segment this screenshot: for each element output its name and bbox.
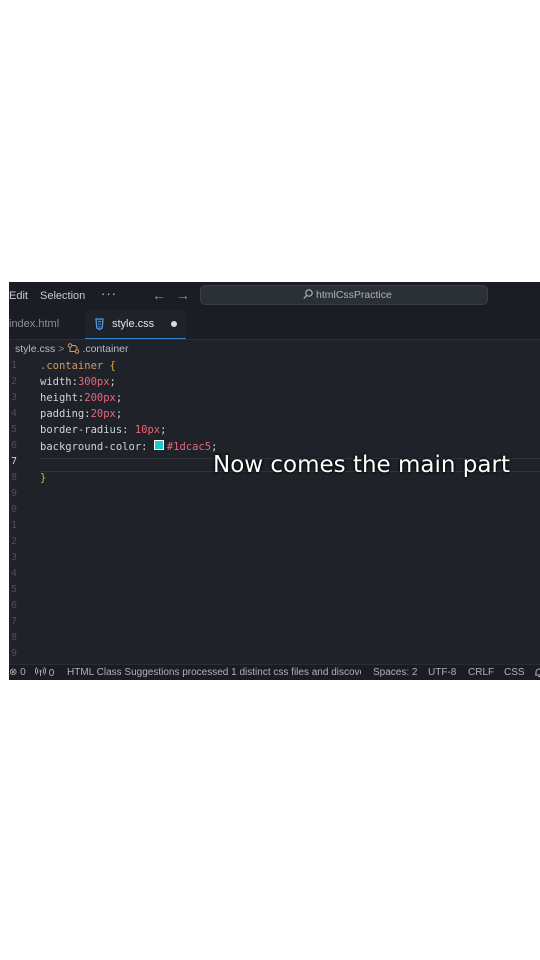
status-indentation[interactable]: Spaces: 2 (373, 667, 417, 678)
menu-edit[interactable]: Edit (9, 290, 28, 302)
code-line: width:300px; (40, 376, 116, 388)
line-number: 2 (11, 376, 18, 387)
line-number: 1 (11, 360, 18, 371)
status-errors[interactable]: ⊗ 0 (9, 667, 26, 678)
error-icon: ⊗ (9, 667, 18, 678)
tab-label: style.css (112, 318, 155, 330)
css-property: height: (40, 392, 85, 404)
line-number: 9 (11, 488, 18, 499)
semicolon: ; (115, 392, 123, 404)
code-line: } (40, 472, 46, 484)
tab-bar: index.html style.css (9, 310, 540, 340)
css-selector: .container (40, 360, 104, 372)
code-line: .container { (40, 360, 116, 372)
line-number: 2 (11, 536, 18, 547)
notification-bell-icon[interactable] (534, 667, 540, 680)
status-encoding[interactable]: UTF-8 (428, 667, 456, 678)
search-text: htmlCssPractice (316, 289, 392, 301)
line-number: 6 (11, 440, 18, 451)
code-line: background-color: #1dcac5; (40, 440, 217, 453)
video-caption: Now comes the main part (213, 452, 510, 478)
code-line: height:200px; (40, 392, 122, 404)
error-count: 0 (20, 667, 26, 678)
tab-index-html[interactable]: index.html (9, 310, 59, 339)
status-language-mode[interactable]: CSS (504, 667, 525, 678)
command-center-search[interactable]: htmlCssPractice (200, 285, 488, 305)
unsaved-dot-icon[interactable] (171, 321, 177, 327)
back-arrow-icon[interactable]: ← (152, 287, 166, 303)
line-number: 1 (11, 520, 18, 531)
search-icon (303, 289, 313, 303)
broadcast-icon (34, 667, 49, 679)
css-property: width: (40, 376, 78, 388)
line-number: 8 (11, 632, 18, 643)
css-value: #1dcac5 (166, 441, 212, 453)
menu-selection[interactable]: Selection (40, 290, 85, 302)
title-bar: Edit Selection ··· ← → htmlCssPractice (9, 282, 540, 310)
css-property: padding: (40, 408, 91, 420)
line-number: 4 (11, 568, 18, 579)
css-property: border-radius: (40, 424, 135, 436)
line-number: 9 (11, 648, 18, 659)
line-number: 5 (11, 584, 18, 595)
line-number: 6 (11, 600, 18, 611)
status-line-ending[interactable]: CRLF (468, 667, 494, 678)
breadcrumb-file[interactable]: style.css (15, 343, 55, 355)
breadcrumb-symbol[interactable]: .container (82, 343, 128, 355)
forward-arrow-icon[interactable]: → (176, 287, 190, 303)
code-line: border-radius: 10px; (40, 424, 166, 436)
line-number: 5 (11, 424, 18, 435)
code-line: padding:20px; (40, 408, 122, 420)
line-number: 0 (11, 504, 18, 515)
line-number-active: 7 (11, 456, 18, 467)
status-bar: ⊗ 0 0 HTML Class Suggestions processed 1… (9, 664, 540, 680)
tab-style-css[interactable]: style.css (85, 310, 186, 339)
ports-count: 0 (48, 668, 55, 679)
breadcrumb-separator: > (58, 343, 65, 355)
line-number: 3 (11, 552, 18, 563)
line-number: 4 (11, 408, 18, 419)
css-property: background-color: (40, 441, 154, 453)
line-number: 3 (11, 392, 18, 403)
css-value: 10px (134, 424, 161, 436)
semicolon: ; (160, 424, 167, 436)
close-brace: } (40, 472, 47, 484)
open-brace: { (109, 360, 116, 372)
status-ports[interactable]: 0 (34, 667, 55, 679)
menu-more-button[interactable]: ··· (101, 286, 117, 301)
semicolon: ; (109, 376, 116, 388)
color-swatch[interactable] (153, 440, 164, 450)
css-value: 300px (77, 376, 110, 388)
css-selector-icon (67, 343, 80, 357)
line-number: 8 (11, 472, 18, 483)
css-value: 200px (84, 392, 116, 404)
code-editor-window: Edit Selection ··· ← → htmlCssPractice i… (9, 282, 540, 680)
breadcrumb: style.css > .container (15, 343, 129, 357)
tab-label: index.html (9, 318, 60, 330)
status-message[interactable]: HTML Class Suggestions processed 1 disti… (67, 667, 361, 678)
semicolon: ; (115, 408, 123, 420)
line-number: 7 (11, 616, 18, 627)
css-value: 20px (90, 408, 116, 420)
